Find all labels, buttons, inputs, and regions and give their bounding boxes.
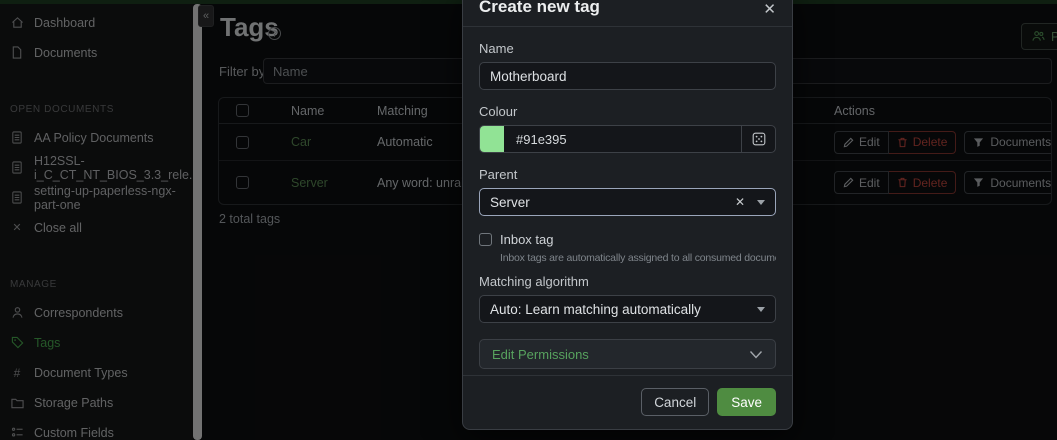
dice-icon bbox=[752, 132, 766, 146]
inbox-tag-label: Inbox tag bbox=[500, 232, 554, 247]
cancel-button[interactable]: Cancel bbox=[641, 388, 709, 416]
caret-down-icon bbox=[757, 307, 765, 312]
parent-select[interactable]: Server ✕ bbox=[479, 188, 776, 216]
matching-algorithm-label: Matching algorithm bbox=[479, 274, 776, 289]
inbox-tag-hint: Inbox tags are automatically assigned to… bbox=[500, 252, 776, 264]
chevron-down-icon bbox=[749, 350, 763, 359]
edit-permissions-accordion[interactable]: Edit Permissions bbox=[479, 339, 776, 369]
tag-name-input[interactable] bbox=[479, 62, 776, 90]
name-field-label: Name bbox=[479, 41, 776, 56]
colour-field-label: Colour bbox=[479, 104, 776, 119]
colour-hex-input[interactable] bbox=[504, 126, 741, 152]
parent-field-label: Parent bbox=[479, 167, 776, 182]
matching-selected-value: Auto: Learn matching automatically bbox=[490, 302, 701, 317]
close-icon[interactable]: ✕ bbox=[763, 2, 776, 17]
create-tag-modal: Create new tag ✕ Name Colour Parent Serv… bbox=[462, 0, 793, 430]
paperless-ngx-app: Dashboard Documents OPEN DOCUMENTS AA Po… bbox=[0, 0, 1057, 440]
random-colour-button[interactable] bbox=[741, 126, 775, 152]
matching-algorithm-select[interactable]: Auto: Learn matching automatically bbox=[479, 295, 776, 323]
edit-permissions-label: Edit Permissions bbox=[492, 347, 589, 362]
inbox-tag-checkbox[interactable] bbox=[479, 233, 492, 246]
save-button[interactable]: Save bbox=[717, 388, 776, 416]
parent-selected-value: Server bbox=[490, 195, 530, 210]
clear-icon[interactable]: ✕ bbox=[735, 195, 745, 209]
modal-title: Create new tag bbox=[479, 0, 600, 17]
caret-down-icon bbox=[757, 200, 765, 205]
colour-swatch bbox=[480, 126, 504, 152]
